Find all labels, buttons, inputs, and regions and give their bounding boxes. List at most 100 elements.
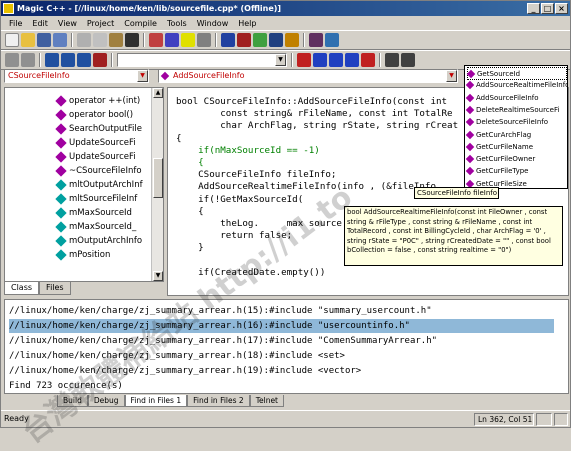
- completion-item[interactable]: GetCurFileName: [465, 141, 567, 154]
- tab-find-in-files-1[interactable]: Find in Files 1: [124, 395, 188, 407]
- window-icon[interactable]: [309, 33, 323, 47]
- scroll-down-icon[interactable]: ▼: [153, 271, 163, 281]
- tab-class[interactable]: Class: [4, 282, 40, 295]
- next-bookmark-icon[interactable]: [61, 53, 75, 67]
- indent-icon[interactable]: [5, 53, 19, 67]
- completion-item[interactable]: DeleteSourceFileInfo: [465, 116, 567, 129]
- redo-icon[interactable]: [165, 33, 179, 47]
- ftp-icon[interactable]: [285, 33, 299, 47]
- maximize-button[interactable]: □: [541, 3, 554, 14]
- save-icon[interactable]: [37, 33, 51, 47]
- class-combo[interactable]: CSourceFileInfo ▼: [4, 69, 149, 83]
- copy-icon[interactable]: [93, 33, 107, 47]
- tree-item[interactable]: mPosition: [55, 248, 110, 262]
- menu-file[interactable]: File: [4, 19, 27, 28]
- outdent-icon[interactable]: [21, 53, 35, 67]
- completion-item[interactable]: AddSourceFileInfo: [465, 92, 567, 105]
- tree-item[interactable]: mMaxSourceId: [55, 206, 132, 220]
- completion-item[interactable]: GetCurFileType: [465, 165, 567, 178]
- minimize-button[interactable]: _: [527, 3, 540, 14]
- step-out-icon[interactable]: [345, 53, 359, 67]
- new-file-icon[interactable]: [5, 33, 19, 47]
- menu-tools[interactable]: Tools: [162, 19, 192, 28]
- step-over-icon[interactable]: [329, 53, 343, 67]
- menu-window[interactable]: Window: [192, 19, 234, 28]
- tree-item[interactable]: mltOutputArchInf: [55, 178, 143, 192]
- breakpoint-icon[interactable]: [297, 53, 311, 67]
- bookmark-icon[interactable]: [45, 53, 59, 67]
- class-view-panel: operator ++(int) operator bool() SearchOut…: [4, 87, 164, 282]
- open-folder-icon[interactable]: [21, 33, 35, 47]
- debug-icon[interactable]: [253, 33, 267, 47]
- tree-item[interactable]: SearchOutputFile: [55, 122, 142, 136]
- clear-bookmark-icon[interactable]: [93, 53, 107, 67]
- save-all-icon[interactable]: [53, 33, 67, 47]
- completion-item[interactable]: DeleteRealtimeSourceFi: [465, 104, 567, 117]
- find-icon[interactable]: [181, 33, 195, 47]
- cursor-icon[interactable]: [385, 53, 399, 67]
- output-line[interactable]: //linux/home/ken/charge/zj_summary_arrea…: [9, 364, 554, 378]
- code-line: char ArchFlag, string rState, string rCr…: [176, 120, 459, 132]
- print-icon[interactable]: [125, 33, 139, 47]
- cut-icon[interactable]: [77, 33, 91, 47]
- paste-icon[interactable]: [109, 33, 123, 47]
- undo-icon[interactable]: [149, 33, 163, 47]
- watch-icon[interactable]: [401, 53, 415, 67]
- terminal-icon[interactable]: [269, 33, 283, 47]
- chevron-down-icon[interactable]: ▼: [446, 70, 457, 82]
- tab-find-in-files-2[interactable]: Find in Files 2: [187, 395, 250, 407]
- member-icon: [55, 206, 67, 219]
- menu-help[interactable]: Help: [233, 19, 261, 28]
- menu-edit[interactable]: Edit: [27, 19, 53, 28]
- app-icon: [3, 3, 14, 14]
- find-combo[interactable]: ▼: [117, 53, 287, 67]
- code-line: AddSourceRealtimeFileInfo(info , (&fileI…: [176, 181, 436, 193]
- completion-item[interactable]: GetCurArchFlag: [465, 129, 567, 142]
- tree-item-label: UpdateSourceFi: [69, 138, 136, 148]
- scroll-thumb[interactable]: [153, 158, 163, 198]
- menu-project[interactable]: Project: [82, 19, 119, 28]
- completion-item[interactable]: GetSourceId: [466, 67, 567, 80]
- run-icon[interactable]: [237, 33, 251, 47]
- status-text: Ready: [4, 414, 29, 423]
- tree-item[interactable]: UpdateSourceFi: [55, 136, 136, 150]
- output-line[interactable]: //linux/home/ken/charge/zj_summary_arrea…: [9, 334, 554, 348]
- completion-item[interactable]: AddSourceRealtimeFileInfo: [465, 79, 567, 92]
- replace-icon[interactable]: [197, 33, 211, 47]
- output-line[interactable]: //linux/home/ken/charge/zj_summary_arrea…: [9, 349, 554, 363]
- tree-item[interactable]: ~CSourceFileInfo: [55, 164, 142, 178]
- tree-scrollbar[interactable]: ▲ ▼: [151, 88, 163, 281]
- tab-files[interactable]: Files: [39, 282, 71, 295]
- tab-debug[interactable]: Debug: [87, 395, 125, 407]
- member-icon: [55, 248, 67, 261]
- completion-item[interactable]: GetCurFileOwner: [465, 153, 567, 166]
- completion-item-label: GetCurArchFlag: [476, 130, 532, 139]
- tab-build[interactable]: Build: [57, 395, 88, 407]
- build-icon[interactable]: [221, 33, 235, 47]
- help-icon[interactable]: [325, 33, 339, 47]
- output-line[interactable]: //linux/home/ken/charge/zj_summary_arrea…: [9, 319, 554, 333]
- output-panel[interactable]: //linux/home/ken/charge/zj_summary_arrea…: [4, 299, 569, 394]
- title-bar: Magic C++ - [//linux/home/ken/lib/source…: [1, 1, 570, 16]
- output-line[interactable]: //linux/home/ken/charge/zj_summary_arrea…: [9, 304, 554, 318]
- close-button[interactable]: ×: [555, 3, 568, 14]
- scroll-up-icon[interactable]: ▲: [153, 88, 163, 98]
- prev-bookmark-icon[interactable]: [77, 53, 91, 67]
- tree-item[interactable]: mMaxSourceId_: [55, 220, 136, 234]
- tree-item[interactable]: mltSourceFileInf: [55, 192, 137, 206]
- tree-item[interactable]: mOutputArchInfo: [55, 234, 142, 248]
- code-line: theLog. max source: [176, 218, 342, 229]
- tree-item[interactable]: operator ++(int): [55, 94, 140, 108]
- menu-view[interactable]: View: [53, 19, 82, 28]
- menu-compile[interactable]: Compile: [119, 19, 162, 28]
- method-combo[interactable]: AddSourceFileInfo ▼: [158, 69, 458, 83]
- chevron-down-icon[interactable]: ▼: [275, 54, 286, 66]
- member-completion-list[interactable]: GetSourceId AddSourceRealtimeFileInfo AddS…: [464, 65, 568, 189]
- tree-item[interactable]: UpdateSourceFi: [55, 150, 136, 164]
- stop-icon[interactable]: [361, 53, 375, 67]
- chevron-down-icon[interactable]: ▼: [137, 70, 148, 82]
- tree-item[interactable]: operator bool(): [55, 108, 133, 122]
- output-line[interactable]: Find 723 occurence(s): [9, 379, 554, 393]
- step-into-icon[interactable]: [313, 53, 327, 67]
- tab-telnet[interactable]: Telnet: [249, 395, 285, 407]
